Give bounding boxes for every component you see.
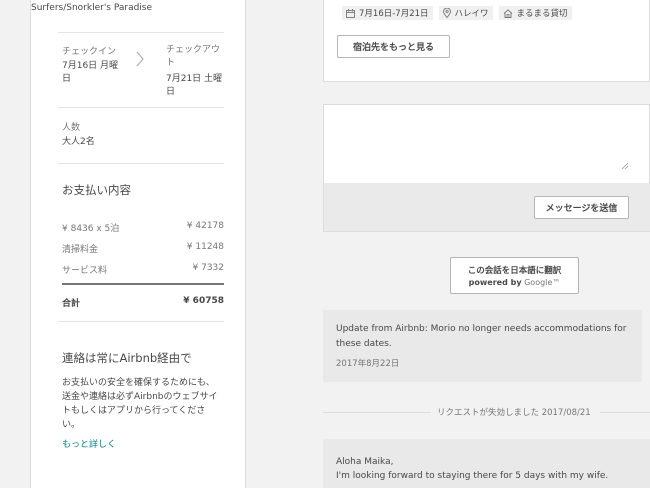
guests-value: 大人2名 xyxy=(62,137,95,147)
payment-row-nights: ¥ 8436 x 5泊 ¥ 42178 xyxy=(62,221,224,234)
chevron-right-icon xyxy=(136,51,144,67)
listing-name-line: Surfers/Snorkler's Paradise xyxy=(31,3,153,13)
payment-row-cleaning: 清掃料金 ¥ 11248 xyxy=(62,242,224,255)
calendar-icon xyxy=(346,8,355,18)
request-expired-divider: リクエストが失効しました 2017/08/21 xyxy=(437,408,591,418)
send-message-button[interactable]: メッセージを送信 xyxy=(534,196,629,219)
payment-total: 合計 ¥ 60758 xyxy=(62,296,224,309)
message-input[interactable] xyxy=(324,105,640,182)
listing-name: Surfers/Snorkler's Paradise xyxy=(31,0,201,17)
divider-line-right xyxy=(600,412,650,413)
total-rule xyxy=(62,283,224,285)
divider xyxy=(58,32,224,33)
home-icon xyxy=(503,8,512,18)
translate-conversation-button[interactable]: この会話を日本語に翻訳 powered by Google™ xyxy=(450,257,579,294)
notice-text: お支払いの安全を確保するためにも、 送金や連絡は必ずAirbnbのウェブサイ ト… xyxy=(62,378,218,430)
payment-row-service: サービス料 ¥ 7332 xyxy=(62,263,224,276)
guests-label: 人数 xyxy=(62,123,81,133)
checkout-label: チェックアウ ト xyxy=(166,45,221,68)
system-message-date: 2017年8月22日 xyxy=(336,359,400,369)
reservation-meta: 7月16日-7月21日 ハレイワ まるまる貸切 xyxy=(342,6,578,20)
translate-label: この会話を日本語に翻訳 xyxy=(467,266,562,276)
resize-handle-icon[interactable] xyxy=(621,162,629,170)
reservation-dates: 7月16日-7月21日 xyxy=(342,6,433,20)
divider xyxy=(58,163,224,164)
see-more-stays-button[interactable]: 宿泊先をもっと見る xyxy=(337,35,450,58)
location-pin-icon xyxy=(442,8,451,18)
reservation-location: ハレイワ xyxy=(438,6,493,20)
checkin-date: 7月16日 月曜 日 xyxy=(62,61,119,84)
divider xyxy=(58,321,224,322)
checkout-date: 7月21日 土曜 日 xyxy=(166,74,223,97)
notice-title: 連絡は常にAirbnb経由で xyxy=(62,351,192,365)
divider xyxy=(58,107,224,108)
system-message-text: Update from Airbnb: Morio no longer need… xyxy=(336,324,627,349)
payment-title: お支払い内容 xyxy=(62,183,131,197)
divider-line-left xyxy=(323,412,431,413)
guest-message-text: Aloha Maika, I'm looking forward to stay… xyxy=(336,457,609,481)
checkin-label: チェックイン xyxy=(62,47,117,57)
learn-more-link[interactable]: もっと詳しく xyxy=(62,437,116,450)
powered-by-google: powered by Google™ xyxy=(468,278,561,287)
reservation-type: まるまる貸切 xyxy=(498,6,572,20)
